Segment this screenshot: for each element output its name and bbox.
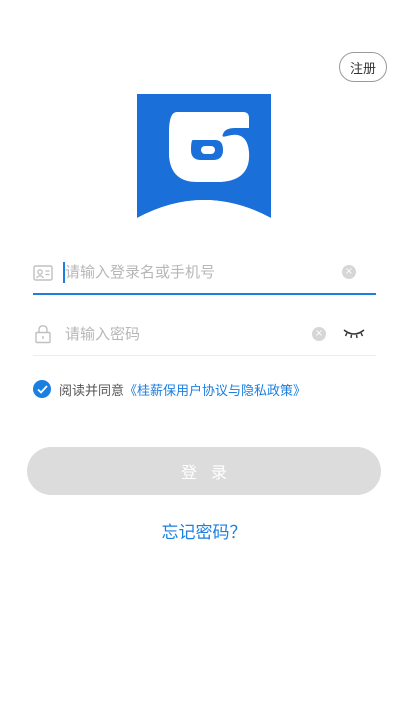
id-card-icon [33, 265, 53, 281]
logo-label: 企业版 [178, 205, 230, 225]
check-icon [36, 384, 48, 394]
agreement-link[interactable]: 《桂薪保用户协议与隐私政策》 [124, 380, 306, 399]
password-field[interactable]: × [33, 313, 376, 356]
login-button[interactable]: 登录 [27, 447, 381, 495]
username-input[interactable] [65, 261, 335, 283]
agreement-text: 阅读并同意 [59, 383, 125, 399]
register-button[interactable]: 注册 [339, 52, 387, 82]
agreement-row: 阅读并同意 《桂薪保用户协议与隐私政策》 [33, 379, 306, 399]
eye-closed-icon[interactable] [342, 325, 366, 341]
clear-password-icon[interactable]: × [312, 327, 326, 341]
forgot-password-link[interactable]: 忘记密码？ [0, 518, 408, 543]
lock-icon [35, 325, 51, 344]
clear-username-icon[interactable]: × [342, 265, 356, 279]
password-input[interactable] [65, 323, 335, 345]
username-field[interactable]: × [33, 251, 376, 295]
app-logo: 企业版 [137, 94, 271, 229]
agreement-checkbox[interactable] [33, 380, 51, 398]
